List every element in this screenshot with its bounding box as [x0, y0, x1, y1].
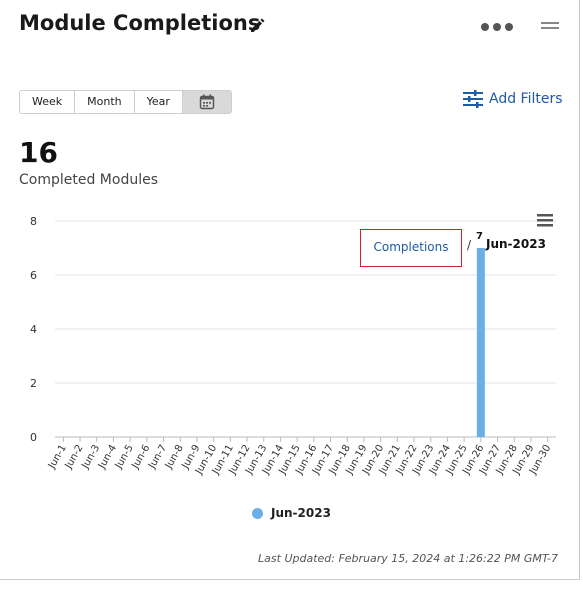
legend-marker — [252, 507, 263, 519]
completed-count: 16 — [19, 136, 58, 169]
y-tick-label: 2 — [30, 377, 37, 390]
y-tick-label: 0 — [30, 431, 37, 444]
calendar-button[interactable] — [182, 91, 231, 113]
completions-bar-chart: 02468Jun-1Jun-2Jun-3Jun-4Jun-5Jun-6Jun-7… — [30, 215, 556, 477]
y-tick-label: 6 — [30, 269, 37, 282]
module-completions-card: Module Completions Week Month Year Add F… — [0, 0, 580, 580]
widget-title: Module Completions — [19, 11, 261, 35]
sliders-icon — [463, 90, 483, 108]
last-updated-text: Last Updated: February 15, 2024 at 1:26:… — [258, 552, 558, 565]
add-filters-label: Add Filters — [489, 91, 563, 107]
period-selector: Week Month Year — [19, 90, 232, 114]
y-tick-label: 4 — [30, 323, 37, 336]
more-horizontal-icon[interactable] — [480, 21, 516, 33]
add-filters-button[interactable]: Add Filters — [463, 90, 563, 108]
legend-label: Jun-2023 — [271, 506, 331, 520]
hamburger-menu-icon[interactable] — [537, 214, 553, 227]
series-tooltip: Completions — [360, 229, 462, 267]
year-button[interactable]: Year — [135, 91, 183, 113]
drag-handle-icon[interactable] — [540, 19, 560, 33]
y-tick-label: 8 — [30, 215, 37, 228]
month-button[interactable]: Month — [75, 91, 135, 113]
week-button[interactable]: Week — [20, 91, 76, 113]
tooltip-period: Jun-2023 — [486, 237, 546, 251]
legend-item[interactable]: Jun-2023 — [252, 506, 331, 520]
tooltip-separator: / — [467, 238, 472, 252]
bar — [476, 248, 485, 437]
pencil-icon[interactable] — [248, 15, 268, 35]
completed-label: Completed Modules — [19, 172, 159, 188]
bar-data-label: 7 — [476, 231, 483, 242]
calendar-icon — [199, 94, 215, 110]
